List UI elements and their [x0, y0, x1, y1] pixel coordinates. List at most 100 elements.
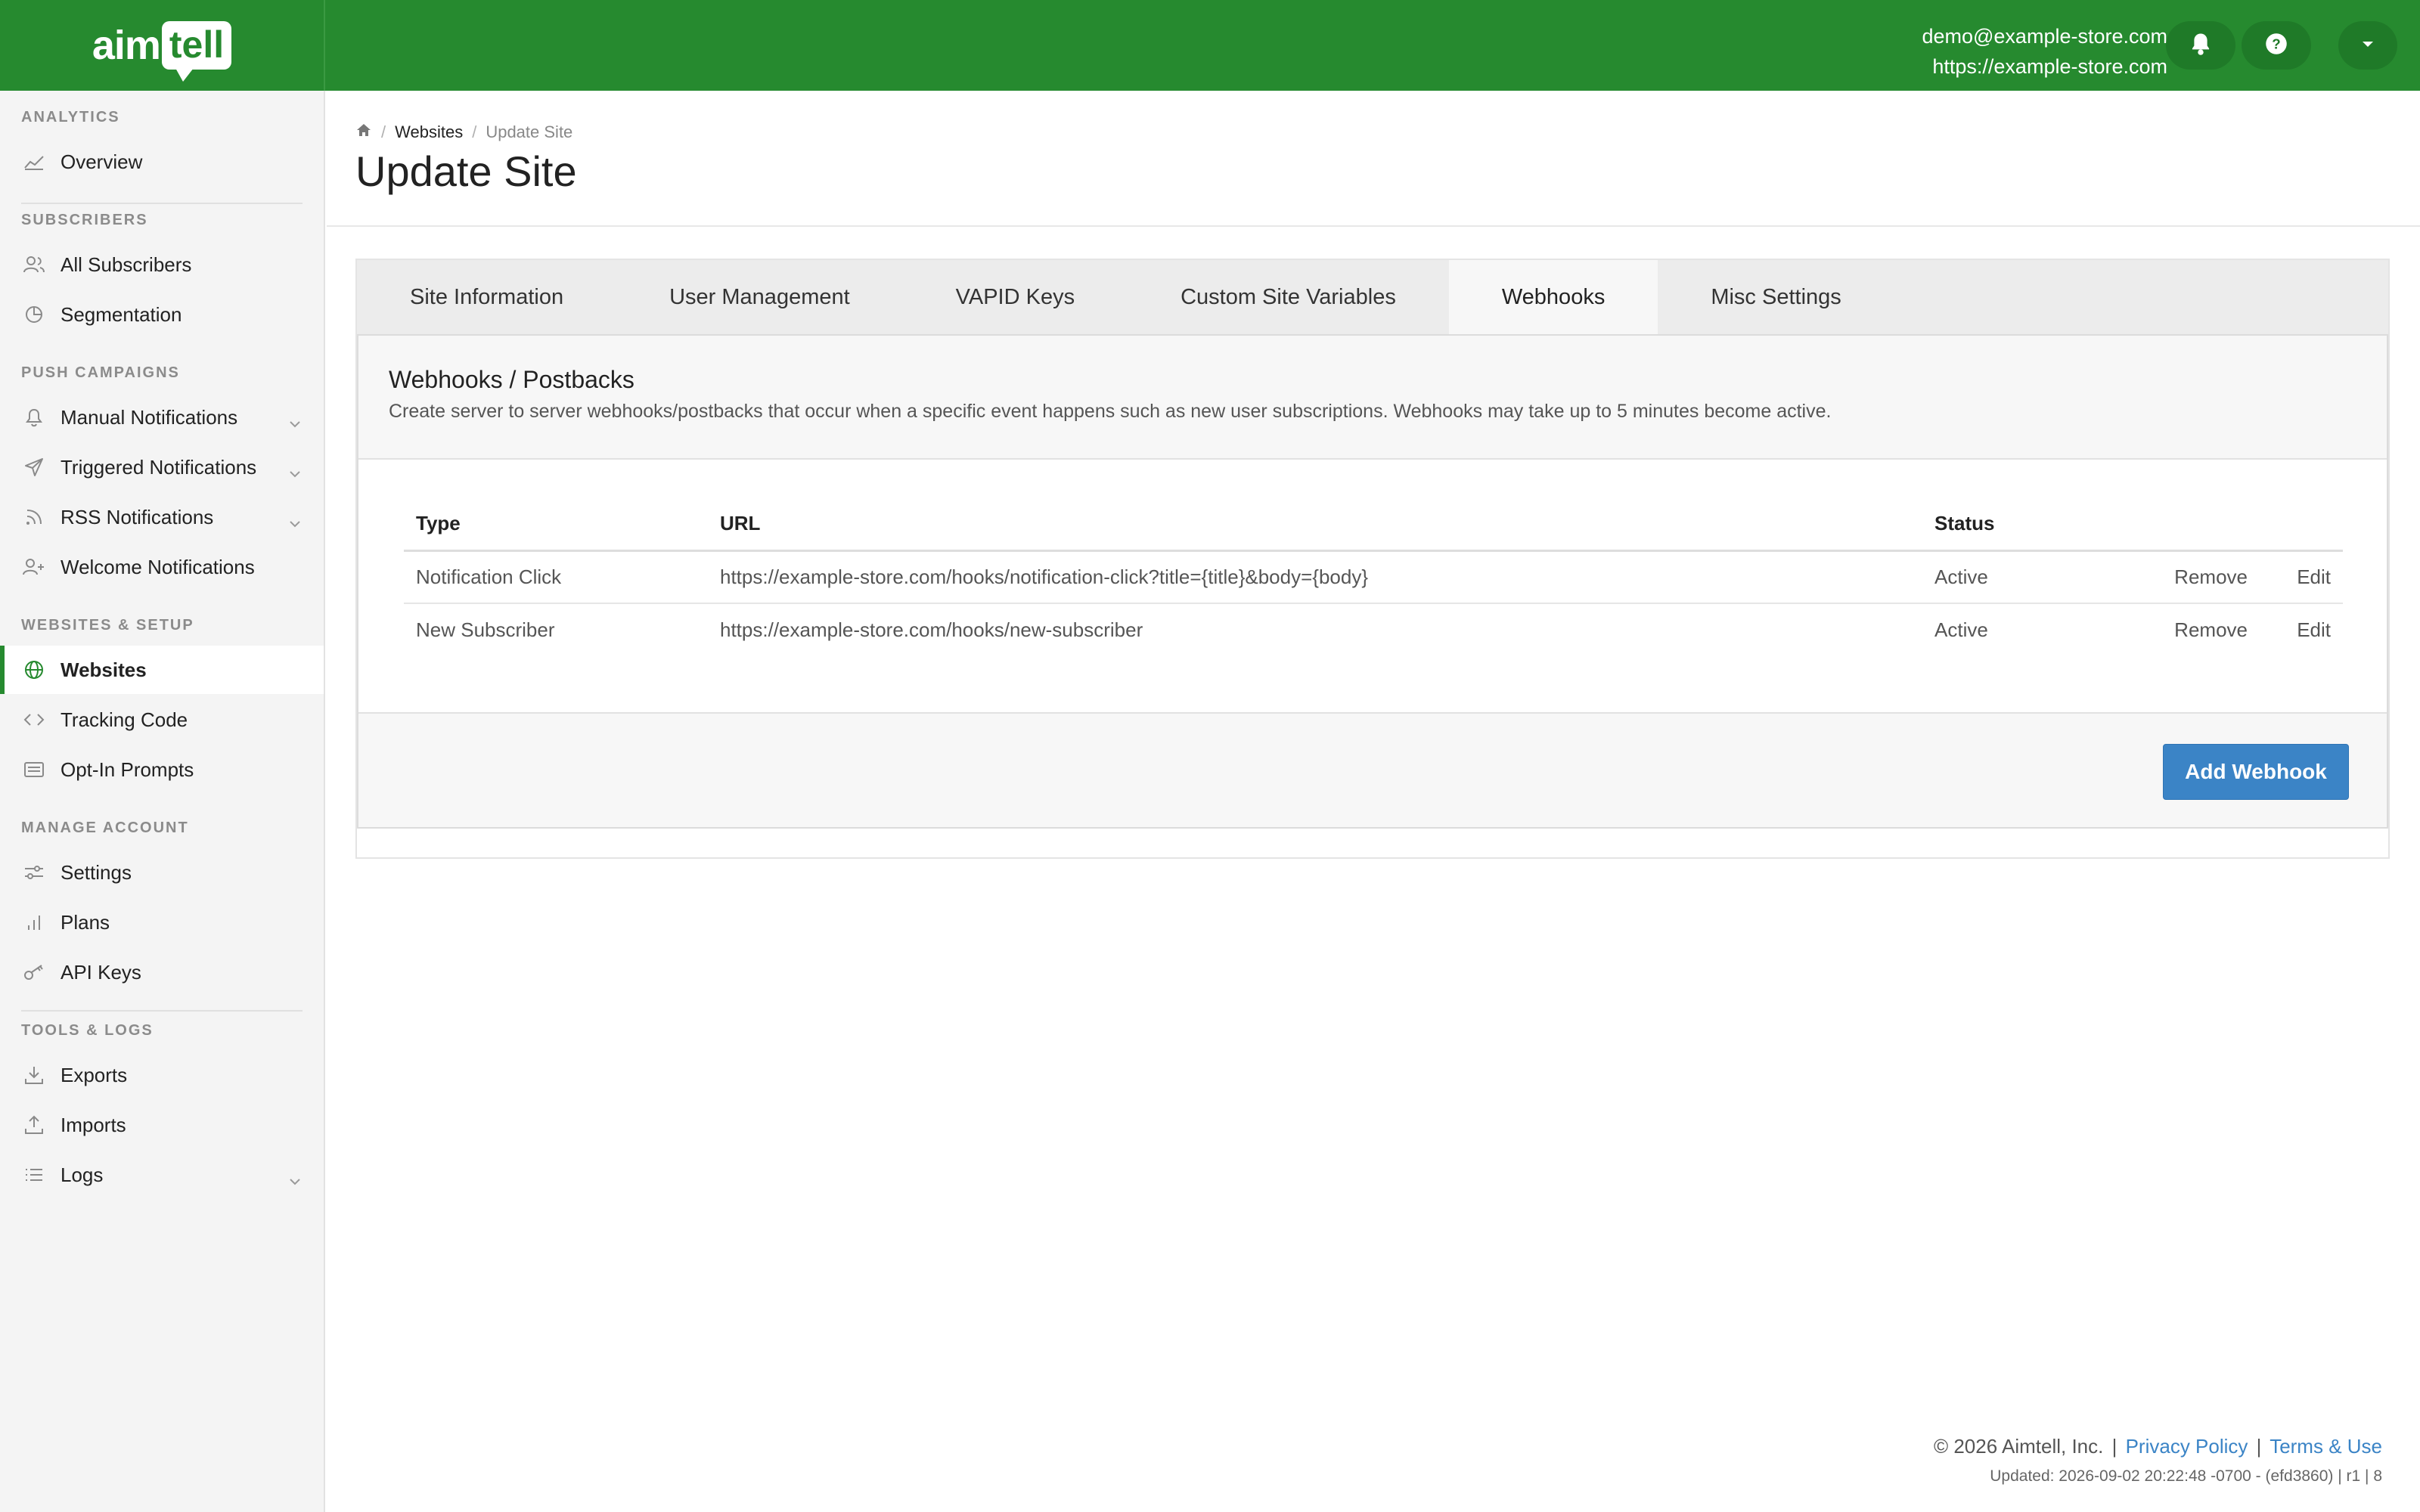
- caret-down-icon: [2361, 39, 2375, 52]
- column-header-status: Status: [1922, 497, 2143, 552]
- remove-webhook-link[interactable]: Remove: [2143, 550, 2269, 604]
- home-icon[interactable]: [355, 122, 372, 142]
- sidebar-item-label: Tracking Code: [60, 708, 188, 731]
- webhook-status: Active: [1922, 550, 2143, 604]
- chevron-down-icon: [289, 460, 301, 483]
- sidebar-item-tracking-code[interactable]: Tracking Code: [0, 696, 324, 744]
- notifications-button[interactable]: [2166, 21, 2235, 70]
- site-footer: © 2026 Aimtell, Inc. | Privacy Policy | …: [1934, 1435, 2382, 1486]
- add-webhook-button[interactable]: Add Webhook: [2163, 744, 2349, 800]
- webhook-type: New Subscriber: [416, 618, 555, 641]
- account-email: demo@example-store.com: [1922, 25, 2167, 48]
- sidebar-item-plans[interactable]: Plans: [0, 898, 324, 947]
- sidebar-item-overview[interactable]: Overview: [0, 138, 324, 186]
- table-row: New Subscriber https://example-store.com…: [404, 603, 2343, 656]
- logo-aim-text: aim: [92, 23, 161, 68]
- webhooks-card-header: Webhooks / Postbacks Create server to se…: [358, 336, 2387, 460]
- webhooks-table: Type URL Status Notification Click https…: [404, 497, 2343, 656]
- help-button[interactable]: ?: [2242, 21, 2311, 70]
- logo-tell-text: tell: [161, 21, 232, 82]
- code-icon: [21, 708, 47, 731]
- tab-user-management[interactable]: User Management: [616, 260, 903, 334]
- sidebar-item-label: All Subscribers: [60, 253, 192, 276]
- column-header-edit: [2269, 497, 2343, 552]
- webhooks-description: Create server to server webhooks/postbac…: [389, 401, 1832, 422]
- breadcrumb-separator: /: [381, 122, 386, 141]
- edit-webhook-link[interactable]: Edit: [2269, 603, 2343, 656]
- tab-webhooks[interactable]: Webhooks: [1448, 260, 1658, 334]
- help-icon: ?: [2265, 33, 2288, 59]
- chart-line-icon: [21, 150, 47, 173]
- logo-area[interactable]: aim tell: [0, 0, 325, 91]
- section-tools-logs: TOOLS & LOGS: [21, 1022, 154, 1039]
- sidebar-item-label: Welcome Notifications: [60, 555, 255, 578]
- webhook-url: https://example-store.com/hooks/new-subs…: [720, 618, 1143, 641]
- download-icon: [21, 1064, 47, 1086]
- edit-webhook-link[interactable]: Edit: [2269, 550, 2343, 604]
- sidebar-item-label: Manual Notifications: [60, 405, 238, 429]
- table-header-row: Type URL Status: [404, 497, 2343, 552]
- bar-chart-icon: [21, 911, 47, 934]
- key-icon: [21, 961, 47, 984]
- webhooks-card-footer: Add Webhook: [358, 712, 2387, 827]
- section-websites-setup: WEBSITES & SETUP: [21, 617, 194, 634]
- section-manage-account: MANAGE ACCOUNT: [21, 820, 189, 836]
- svg-text:?: ?: [2272, 36, 2280, 51]
- sidebar-item-websites[interactable]: Websites: [0, 646, 324, 694]
- aimtell-logo[interactable]: aim tell: [92, 21, 232, 82]
- top-bar: aim tell demo@example-store.com https://…: [0, 0, 2420, 91]
- chevron-down-icon: [289, 410, 301, 433]
- rss-icon: [21, 506, 47, 528]
- account-site: https://example-store.com: [1932, 55, 2167, 78]
- sidebar-item-triggered-notifications[interactable]: Triggered Notifications: [0, 443, 324, 491]
- sidebar-item-opt-in-prompts[interactable]: Opt-In Prompts: [0, 745, 324, 794]
- sidebar-item-welcome-notifications[interactable]: Welcome Notifications: [0, 543, 324, 591]
- list-icon: [21, 1163, 47, 1186]
- sidebar-divider: [21, 1010, 302, 1012]
- chevron-down-icon: [289, 1167, 301, 1191]
- tab-custom-site-variables[interactable]: Custom Site Variables: [1128, 260, 1449, 334]
- sidebar-item-api-keys[interactable]: API Keys: [0, 948, 324, 996]
- sidebar-item-rss-notifications[interactable]: RSS Notifications: [0, 493, 324, 541]
- bell-icon: [21, 406, 47, 429]
- sidebar-item-settings[interactable]: Settings: [0, 848, 324, 897]
- column-header-remove: [2143, 497, 2269, 552]
- user-plus-icon: [21, 556, 47, 578]
- sidebar-item-all-subscribers[interactable]: All Subscribers: [0, 240, 324, 289]
- sidebar-item-exports[interactable]: Exports: [0, 1051, 324, 1099]
- sidebar-item-label: RSS Notifications: [60, 505, 214, 528]
- sidebar-item-label: API Keys: [60, 960, 141, 984]
- sidebar-divider: [21, 203, 302, 204]
- sidebar-item-label: Segmentation: [60, 302, 182, 326]
- terms-link[interactable]: Terms & Use: [2270, 1435, 2382, 1458]
- webhook-type: Notification Click: [404, 550, 708, 604]
- account-menu-button[interactable]: [2338, 21, 2397, 70]
- sidebar-item-label: Exports: [60, 1063, 128, 1086]
- webhook-url: https://example-store.com/hooks/notifica…: [708, 550, 1922, 604]
- breadcrumb-websites-link[interactable]: Websites: [395, 122, 463, 142]
- sidebar-item-logs[interactable]: Logs: [0, 1151, 324, 1199]
- footer-separator: |: [2256, 1435, 2262, 1458]
- sidebar-item-label: Logs: [60, 1163, 104, 1186]
- breadcrumb-separator: /: [472, 122, 477, 141]
- sidebar-item-segmentation[interactable]: Segmentation: [0, 290, 324, 339]
- sidebar-item-label: Imports: [60, 1113, 126, 1136]
- sidebar: ANALYTICS Overview SUBSCRIBERS All Subsc…: [0, 91, 325, 1512]
- chevron-down-icon: [289, 510, 301, 533]
- footer-links: © 2026 Aimtell, Inc. | Privacy Policy | …: [1934, 1435, 2382, 1458]
- footer-separator: |: [2111, 1435, 2118, 1458]
- tab-site-information[interactable]: Site Information: [357, 260, 616, 334]
- sliders-icon: [21, 861, 47, 884]
- tab-misc-settings[interactable]: Misc Settings: [1658, 260, 1894, 334]
- remove-webhook-link[interactable]: Remove: [2143, 603, 2269, 656]
- sidebar-item-label: Websites: [60, 658, 147, 681]
- webhooks-card: Webhooks / Postbacks Create server to se…: [357, 334, 2388, 829]
- privacy-policy-link[interactable]: Privacy Policy: [2126, 1435, 2248, 1458]
- column-header-type: Type: [404, 497, 708, 552]
- tab-vapid-keys[interactable]: VAPID Keys: [903, 260, 1128, 334]
- users-icon: [21, 253, 47, 276]
- sidebar-item-imports[interactable]: Imports: [0, 1101, 324, 1149]
- sidebar-item-label: Overview: [60, 150, 143, 173]
- sidebar-item-manual-notifications[interactable]: Manual Notifications: [0, 393, 324, 442]
- footer-copyright: © 2026 Aimtell, Inc.: [1933, 1435, 2104, 1458]
